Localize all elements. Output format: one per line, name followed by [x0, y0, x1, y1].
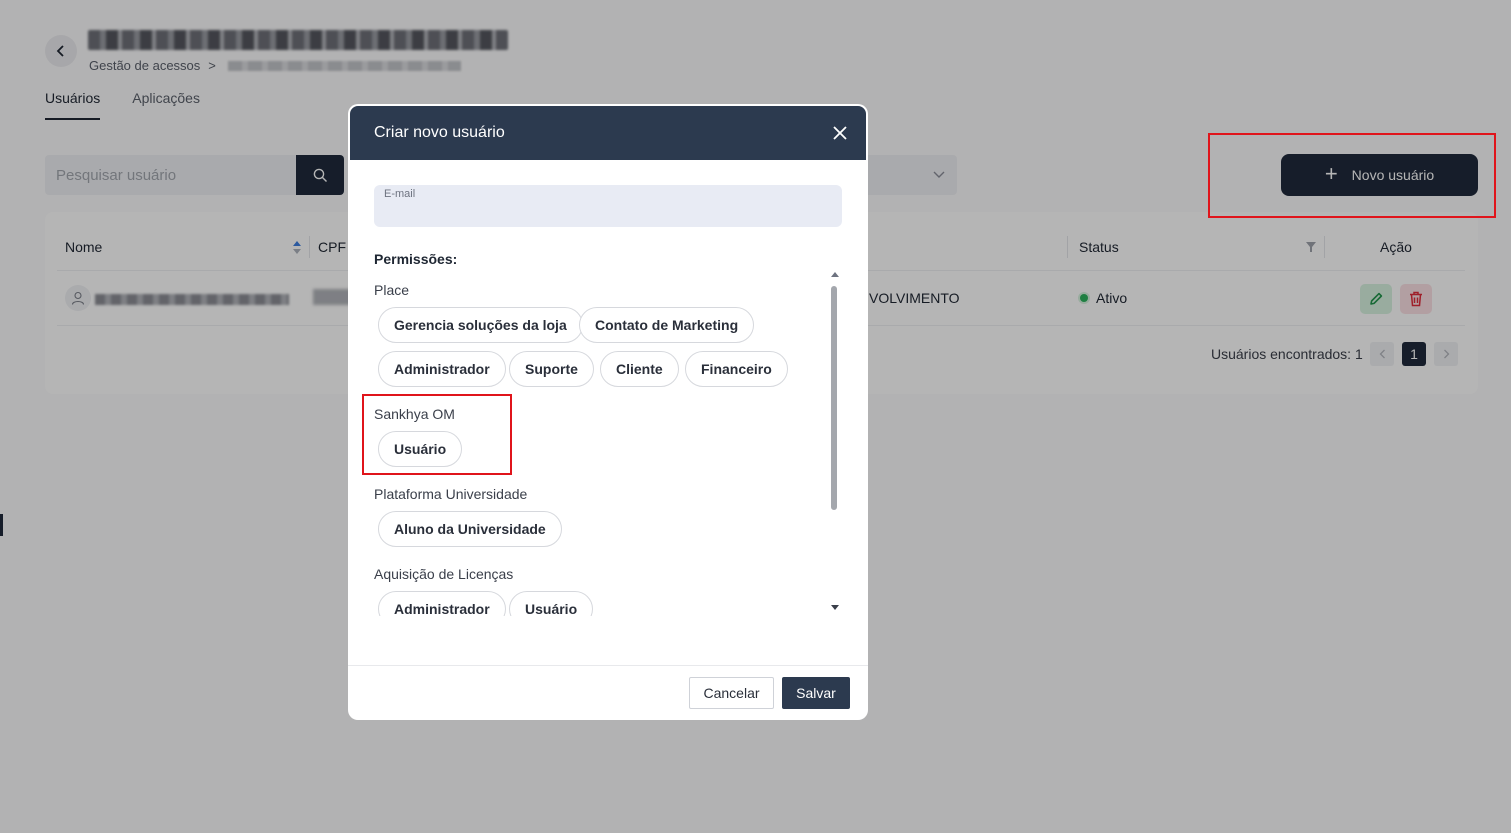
group-label-place: Place — [374, 282, 410, 298]
group-label-aquisicao-licencas: Aquisição de Licenças — [374, 566, 514, 582]
permission-chip[interactable]: Gerencia soluções da loja — [378, 307, 583, 343]
permissions-title: Permissões: — [374, 251, 458, 267]
permission-chip[interactable]: Usuário — [509, 591, 594, 616]
close-icon[interactable] — [832, 125, 848, 141]
permission-chip[interactable]: Aluno da Universidade — [378, 511, 562, 547]
permission-chip[interactable]: Financeiro — [685, 351, 788, 387]
permission-chip[interactable]: Usuário — [378, 431, 463, 467]
permission-chip[interactable]: Administrador — [378, 351, 506, 387]
group-label-sankhya-om: Sankhya OM — [374, 406, 455, 422]
cancel-button[interactable]: Cancelar — [689, 677, 774, 709]
create-user-modal: Criar novo usuário E-mail Permissões: Pl… — [348, 104, 868, 720]
permission-chip[interactable]: Contato de Marketing — [579, 307, 755, 343]
scrollbar-thumb[interactable] — [831, 286, 837, 510]
modal-title: Criar novo usuário — [374, 124, 505, 141]
permissions-scrollbar[interactable] — [828, 272, 840, 616]
email-field[interactable]: E-mail — [374, 185, 842, 227]
modal-header: Criar novo usuário — [350, 106, 866, 160]
permission-chip[interactable]: Suporte — [509, 351, 594, 387]
modal-footer: Cancelar Salvar — [348, 665, 868, 720]
permission-chip[interactable]: Cliente — [600, 351, 679, 387]
save-button[interactable]: Salvar — [782, 677, 850, 709]
group-label-plataforma-universidade: Plataforma Universidade — [374, 486, 528, 502]
scroll-up-arrow-icon[interactable] — [831, 272, 839, 277]
permissions-list[interactable]: Place Gerencia soluções da loja Contato … — [372, 274, 844, 616]
email-label: E-mail — [384, 188, 416, 200]
scroll-down-arrow-icon[interactable] — [831, 605, 839, 610]
permission-chip[interactable]: Administrador — [378, 591, 506, 616]
